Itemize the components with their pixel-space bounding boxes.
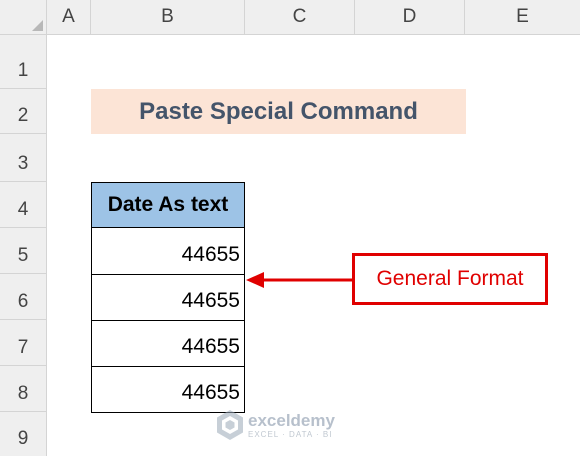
spreadsheet: A B C D E 1 2 3 4 5 6 7 8 9 Paste Specia…	[0, 0, 580, 456]
watermark-brand: exceldemy	[248, 410, 335, 430]
watermark-tagline: EXCEL · DATA · BI	[248, 429, 333, 439]
exceldemy-logo-icon	[217, 410, 243, 440]
watermark: exceldemy EXCEL · DATA · BI	[216, 407, 366, 443]
general-format-callout: General Format	[352, 253, 548, 305]
callout-arrow-head	[246, 272, 264, 288]
callout-arrow	[246, 272, 352, 288]
